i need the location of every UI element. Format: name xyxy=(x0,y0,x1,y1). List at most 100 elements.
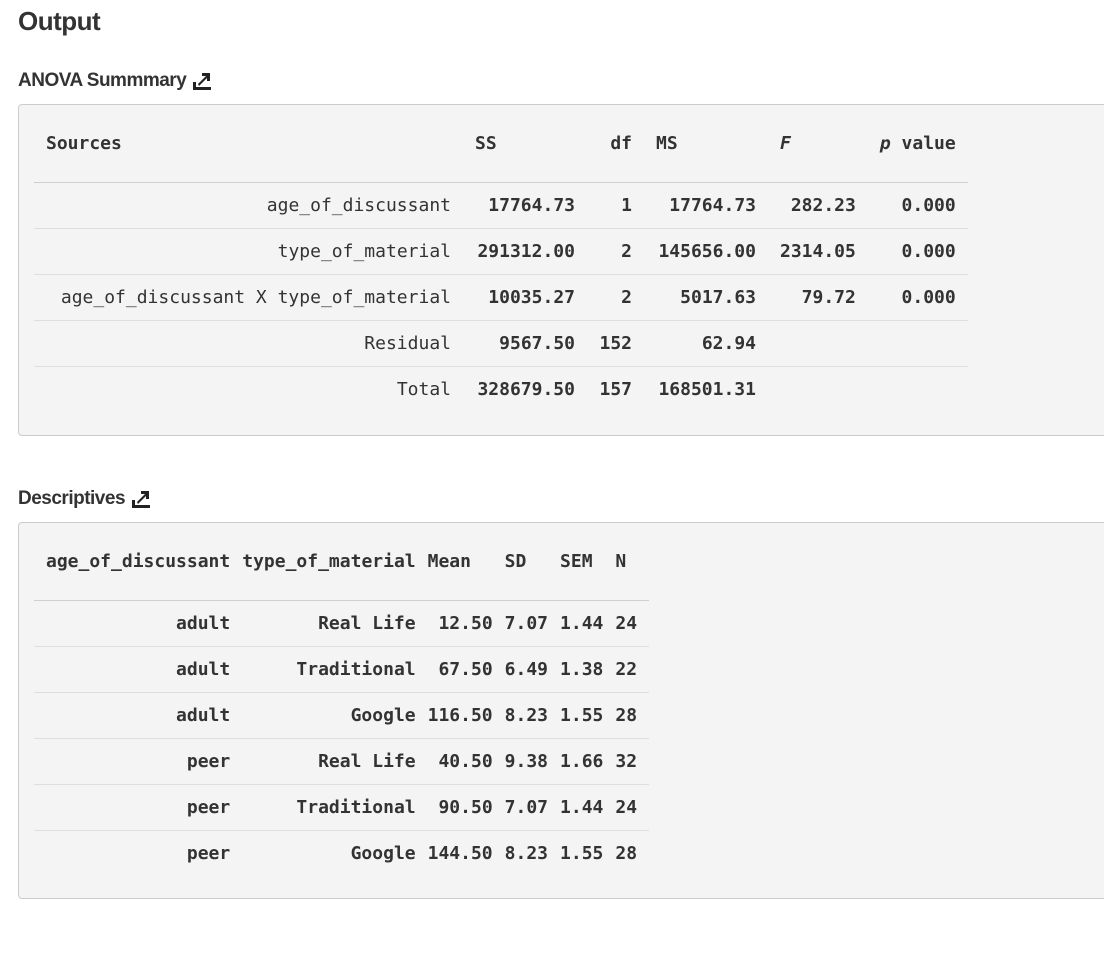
anova-cell-source: age_of_discussant xyxy=(34,182,463,229)
anova-cell-df: 152 xyxy=(587,320,644,367)
descriptives-cell-mean: 90.50 xyxy=(427,784,505,831)
anova-cell-ms: 168501.31 xyxy=(644,366,768,412)
anova-cell-df: 1 xyxy=(587,182,644,229)
header-p-rest: value xyxy=(890,133,956,154)
descriptives-cell-sem: 1.66 xyxy=(560,738,616,785)
descriptives-cell-age: adult xyxy=(34,646,243,693)
anova-table: Sources SS df MS F p value age_of_discus… xyxy=(34,125,968,412)
table-row: age_of_discussant X type_of_material 1003… xyxy=(34,274,968,321)
anova-title-label: ANOVA Summmary xyxy=(18,70,187,91)
header-sem: SEM xyxy=(560,543,616,601)
descriptives-cell-sem: 1.55 xyxy=(560,830,616,876)
descriptives-cell-sd: 7.07 xyxy=(504,784,561,831)
header-sources: Sources xyxy=(34,125,463,183)
descriptives-title-label: Descriptives xyxy=(18,488,126,509)
descriptives-cell-sem: 1.55 xyxy=(560,692,616,739)
descriptives-cell-sd: 8.23 xyxy=(504,692,561,739)
table-row: adult Traditional 67.50 6.49 1.38 22 xyxy=(34,646,650,693)
descriptives-cell-sd: 6.49 xyxy=(504,646,561,693)
descriptives-header-row: age_of_discussant type_of_material Mean … xyxy=(34,543,650,601)
export-icon[interactable] xyxy=(192,70,212,92)
table-row: adult Real Life 12.50 7.07 1.44 24 xyxy=(34,600,650,647)
descriptives-cell-n: 28 xyxy=(615,830,650,876)
table-row: peer Google 144.50 8.23 1.55 28 xyxy=(34,830,650,876)
header-p-value: p value xyxy=(867,125,968,183)
header-p-italic: p xyxy=(879,133,891,154)
anova-cell-source: type_of_material xyxy=(34,228,463,275)
anova-cell-ss: 328679.50 xyxy=(463,366,587,412)
descriptives-cell-material: Google xyxy=(242,692,428,739)
anova-cell-f: 282.23 xyxy=(768,182,868,229)
header-df: df xyxy=(587,125,644,183)
descriptives-cell-mean: 144.50 xyxy=(427,830,505,876)
header-material: type_of_material xyxy=(242,543,428,601)
anova-cell-ms: 5017.63 xyxy=(644,274,768,321)
anova-cell-p: 0.000 xyxy=(867,182,968,229)
descriptives-table: age_of_discussant type_of_material Mean … xyxy=(34,543,650,876)
anova-cell-ss: 9567.50 xyxy=(463,320,587,367)
descriptives-cell-material: Traditional xyxy=(242,646,428,693)
anova-cell-ms: 62.94 xyxy=(644,320,768,367)
anova-cell-source: Total xyxy=(34,366,463,412)
anova-cell-p: 0.000 xyxy=(867,274,968,321)
table-row: Residual 9567.50 152 62.94 xyxy=(34,320,968,367)
anova-cell-source: age_of_discussant X type_of_material xyxy=(34,274,463,321)
descriptives-cell-mean: 116.50 xyxy=(427,692,505,739)
anova-panel: Sources SS df MS F p value age_of_discus… xyxy=(18,104,1104,436)
table-row: peer Traditional 90.50 7.07 1.44 24 xyxy=(34,784,650,831)
descriptives-cell-n: 28 xyxy=(615,692,650,739)
table-row: age_of_discussant 17764.73 1 17764.73 282.23… xyxy=(34,182,968,229)
header-ss: SS xyxy=(463,125,587,183)
descriptives-section-title: Descriptives xyxy=(18,488,151,510)
header-age: age_of_discussant xyxy=(34,543,243,601)
descriptives-cell-age: peer xyxy=(34,784,243,831)
anova-cell-f: 79.72 xyxy=(768,274,868,321)
anova-cell-p: 0.000 xyxy=(867,228,968,275)
anova-cell-df: 157 xyxy=(587,366,644,412)
header-f: F xyxy=(768,125,868,183)
table-row: Total 328679.50 157 168501.31 xyxy=(34,366,968,412)
anova-cell-df: 2 xyxy=(587,274,644,321)
anova-cell-f xyxy=(768,366,868,412)
anova-cell-ms: 145656.00 xyxy=(644,228,768,275)
export-icon[interactable] xyxy=(131,488,151,510)
header-n: N xyxy=(615,543,650,601)
descriptives-cell-mean: 67.50 xyxy=(427,646,505,693)
anova-cell-f: 2314.05 xyxy=(768,228,868,275)
descriptives-cell-material: Real Life xyxy=(242,600,428,647)
header-sd: SD xyxy=(504,543,561,601)
anova-cell-f xyxy=(768,320,868,367)
anova-cell-df: 2 xyxy=(587,228,644,275)
descriptives-panel: age_of_discussant type_of_material Mean … xyxy=(18,522,1104,899)
table-row: adult Google 116.50 8.23 1.55 28 xyxy=(34,692,650,739)
header-ms: MS xyxy=(644,125,768,183)
descriptives-cell-material: Traditional xyxy=(242,784,428,831)
table-row: type_of_material 291312.00 2 145656.00 2314.… xyxy=(34,228,968,275)
descriptives-cell-material: Real Life xyxy=(242,738,428,785)
descriptives-cell-age: peer xyxy=(34,738,243,785)
descriptives-cell-material: Google xyxy=(242,830,428,876)
descriptives-cell-age: adult xyxy=(34,692,243,739)
anova-cell-ss: 291312.00 xyxy=(463,228,587,275)
anova-cell-ss: 10035.27 xyxy=(463,274,587,321)
descriptives-cell-age: peer xyxy=(34,830,243,876)
anova-cell-p xyxy=(867,366,968,412)
descriptives-cell-sem: 1.44 xyxy=(560,784,616,831)
descriptives-cell-sd: 7.07 xyxy=(504,600,561,647)
anova-cell-source: Residual xyxy=(34,320,463,367)
descriptives-cell-sd: 9.38 xyxy=(504,738,561,785)
anova-section-title: ANOVA Summmary xyxy=(18,70,212,92)
table-row: peer Real Life 40.50 9.38 1.66 32 xyxy=(34,738,650,785)
descriptives-cell-mean: 12.50 xyxy=(427,600,505,647)
descriptives-cell-n: 24 xyxy=(615,600,650,647)
header-mean: Mean xyxy=(427,543,505,601)
anova-cell-ss: 17764.73 xyxy=(463,182,587,229)
descriptives-cell-sd: 8.23 xyxy=(504,830,561,876)
descriptives-cell-age: adult xyxy=(34,600,243,647)
descriptives-cell-sem: 1.44 xyxy=(560,600,616,647)
descriptives-cell-sem: 1.38 xyxy=(560,646,616,693)
descriptives-cell-n: 22 xyxy=(615,646,650,693)
anova-header-row: Sources SS df MS F p value xyxy=(34,125,968,183)
page-title: Output xyxy=(18,6,101,36)
descriptives-cell-mean: 40.50 xyxy=(427,738,505,785)
